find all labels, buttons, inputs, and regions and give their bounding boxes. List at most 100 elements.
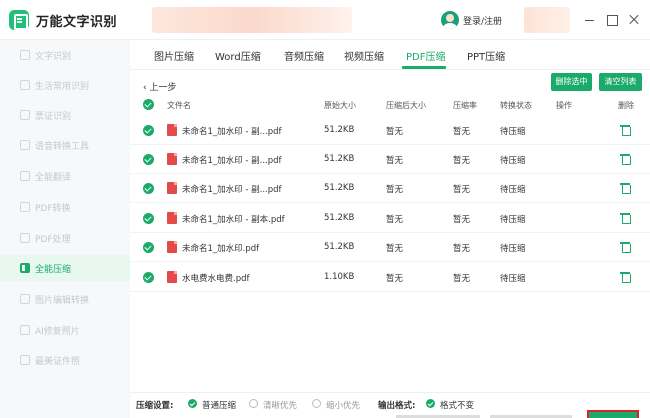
radio-clarity-first[interactable] <box>249 399 258 408</box>
header-delete: 删除 <box>618 101 634 110</box>
trash-icon[interactable] <box>620 182 631 194</box>
row-checkbox[interactable] <box>143 242 154 253</box>
ticket-icon <box>20 110 30 120</box>
sidebar-item-image-edit[interactable]: 图片编辑转换 <box>0 286 130 312</box>
tab-word-compress[interactable]: Word压缩 <box>215 48 261 63</box>
clear-list-button[interactable]: 清空列表 <box>599 73 642 91</box>
compress-icon <box>20 263 30 273</box>
file-name: 未命名1_加水印 - 副本.pdf <box>182 215 285 225</box>
file-name: 未命名1_加水印.pdf <box>182 244 260 254</box>
row-checkbox[interactable] <box>143 183 154 194</box>
compressed-size: 暂无 <box>386 127 404 137</box>
sidebar-item-text-ocr[interactable]: 文字识别 <box>0 42 130 68</box>
compressed-size: 暂无 <box>386 244 404 254</box>
pdf-file-icon <box>167 153 177 165</box>
sidebar-item-compress[interactable]: 全能压缩 <box>0 255 130 281</box>
option-normal-compress[interactable]: 普通压缩 <box>202 399 236 411</box>
table-row[interactable]: 未命名1_加水印 - 副...pdf 51.2KB 暂无 暂无 待压缩 <box>130 145 650 174</box>
convert-status: 待压缩 <box>500 244 526 254</box>
image-edit-icon <box>20 294 30 304</box>
sidebar: 文字识别 生活常用识别 票证识别 语音转换工具 全能翻译 PDF转换 PDF处理… <box>0 40 130 418</box>
app-title: 万能文字识别 <box>36 15 118 30</box>
compress-ratio: 暂无 <box>453 244 471 254</box>
original-size: 51.2KB <box>324 154 355 164</box>
table-row[interactable]: 未命名1_加水印 - 副...pdf 51.2KB 暂无 暂无 待压缩 <box>130 116 650 145</box>
start-compress-button[interactable] <box>587 410 639 418</box>
trash-icon[interactable] <box>620 153 631 165</box>
text-ocr-icon <box>20 50 30 60</box>
blurred-user-info <box>524 7 570 33</box>
original-size: 1.10KB <box>324 272 355 282</box>
sidebar-item-daily-ocr[interactable]: 生活常用识别 <box>0 72 130 98</box>
sidebar-item-label: 图片编辑转换 <box>35 296 90 306</box>
option-clarity-first[interactable]: 清晰优先 <box>263 399 297 411</box>
delete-selected-button[interactable]: 删除选中 <box>551 73 592 91</box>
sidebar-item-voice-tools[interactable]: 语音转换工具 <box>0 132 130 158</box>
login-link[interactable]: 登录/注册 <box>463 14 502 27</box>
row-checkbox[interactable] <box>143 213 154 224</box>
active-tab-indicator <box>402 66 446 69</box>
compress-ratio: 暂无 <box>453 156 471 166</box>
option-keep-format[interactable]: 格式不变 <box>440 399 474 411</box>
row-checkbox[interactable] <box>143 154 154 165</box>
trash-icon[interactable] <box>620 124 631 136</box>
pdf-process-icon <box>20 233 30 243</box>
table-row[interactable]: 未命名1_加水印 - 副本.pdf 51.2KB 暂无 暂无 待压缩 <box>130 204 650 233</box>
sidebar-item-translate[interactable]: 全能翻译 <box>0 163 130 189</box>
sidebar-item-label: 全能压缩 <box>35 265 72 275</box>
option-size-first[interactable]: 缩小优先 <box>326 399 360 411</box>
file-name: 水电费水电费.pdf <box>182 274 250 284</box>
tab-pdf-compress[interactable]: PDF压缩 <box>406 48 445 63</box>
header-status: 转换状态 <box>500 101 532 110</box>
maximize-icon[interactable] <box>605 13 619 27</box>
select-all-checkbox[interactable] <box>143 99 154 110</box>
original-size: 51.2KB <box>324 183 355 193</box>
compress-ratio: 暂无 <box>453 274 471 284</box>
radio-size-first[interactable] <box>312 399 321 408</box>
blurred-banner <box>152 7 352 33</box>
tab-image-compress[interactable]: 图片压缩 <box>154 48 194 63</box>
close-icon[interactable] <box>627 13 641 27</box>
tab-audio-compress[interactable]: 音频压缩 <box>284 48 324 63</box>
table-header: 文件名 原始大小 压缩后大小 压缩率 转换状态 操作 删除 <box>130 95 650 115</box>
table-row[interactable]: 未命名1_加水印 - 副...pdf 51.2KB 暂无 暂无 待压缩 <box>130 174 650 203</box>
convert-status: 待压缩 <box>500 215 526 225</box>
compressed-size: 暂无 <box>386 274 404 284</box>
file-name: 未命名1_加水印 - 副...pdf <box>182 156 282 166</box>
trash-icon[interactable] <box>620 212 631 224</box>
radio-keep-format[interactable] <box>426 399 435 408</box>
header-file-name: 文件名 <box>167 101 191 110</box>
table-row[interactable]: 未命名1_加水印.pdf 51.2KB 暂无 暂无 待压缩 <box>130 233 650 262</box>
sidebar-item-pdf-convert[interactable]: PDF转换 <box>0 194 130 220</box>
back-button[interactable]: ‹ 上一步 <box>143 80 176 93</box>
file-name: 未命名1_加水印 - 副...pdf <box>182 185 282 195</box>
translate-icon <box>20 171 30 181</box>
row-checkbox[interactable] <box>143 272 154 283</box>
radio-normal-compress[interactable] <box>188 399 197 408</box>
tab-ppt-compress[interactable]: PPT压缩 <box>467 48 505 63</box>
pdf-file-icon <box>167 212 177 224</box>
trash-icon[interactable] <box>620 241 631 253</box>
sidebar-item-label: 文字识别 <box>35 52 72 62</box>
tab-video-compress[interactable]: 视频压缩 <box>344 48 384 63</box>
sidebar-item-pdf-process[interactable]: PDF处理 <box>0 225 130 251</box>
file-name: 未命名1_加水印 - 副...pdf <box>182 127 282 137</box>
pdf-file-icon <box>167 182 177 194</box>
title-bar: 万能文字识别 登录/注册 <box>0 0 650 40</box>
row-checkbox[interactable] <box>143 125 154 136</box>
sidebar-item-ticket-ocr[interactable]: 票证识别 <box>0 102 130 128</box>
sidebar-item-ai-repair[interactable]: AI修复照片 <box>0 317 130 343</box>
sidebar-item-label: AI修复照片 <box>35 327 80 337</box>
sidebar-item-id-photo[interactable]: 最美证件照 <box>0 347 130 373</box>
id-photo-icon <box>20 355 30 365</box>
header-compressed-size: 压缩后大小 <box>386 101 426 110</box>
header-action: 操作 <box>556 101 572 110</box>
avatar[interactable] <box>441 11 459 29</box>
header-original-size: 原始大小 <box>324 101 356 110</box>
daily-ocr-icon <box>20 80 30 90</box>
minimize-icon[interactable] <box>583 13 597 27</box>
trash-icon[interactable] <box>620 271 631 283</box>
sidebar-item-label: 语音转换工具 <box>35 142 90 152</box>
output-format-label: 输出格式: <box>378 401 416 411</box>
table-row[interactable]: 水电费水电费.pdf 1.10KB 暂无 暂无 待压缩 <box>130 263 650 292</box>
